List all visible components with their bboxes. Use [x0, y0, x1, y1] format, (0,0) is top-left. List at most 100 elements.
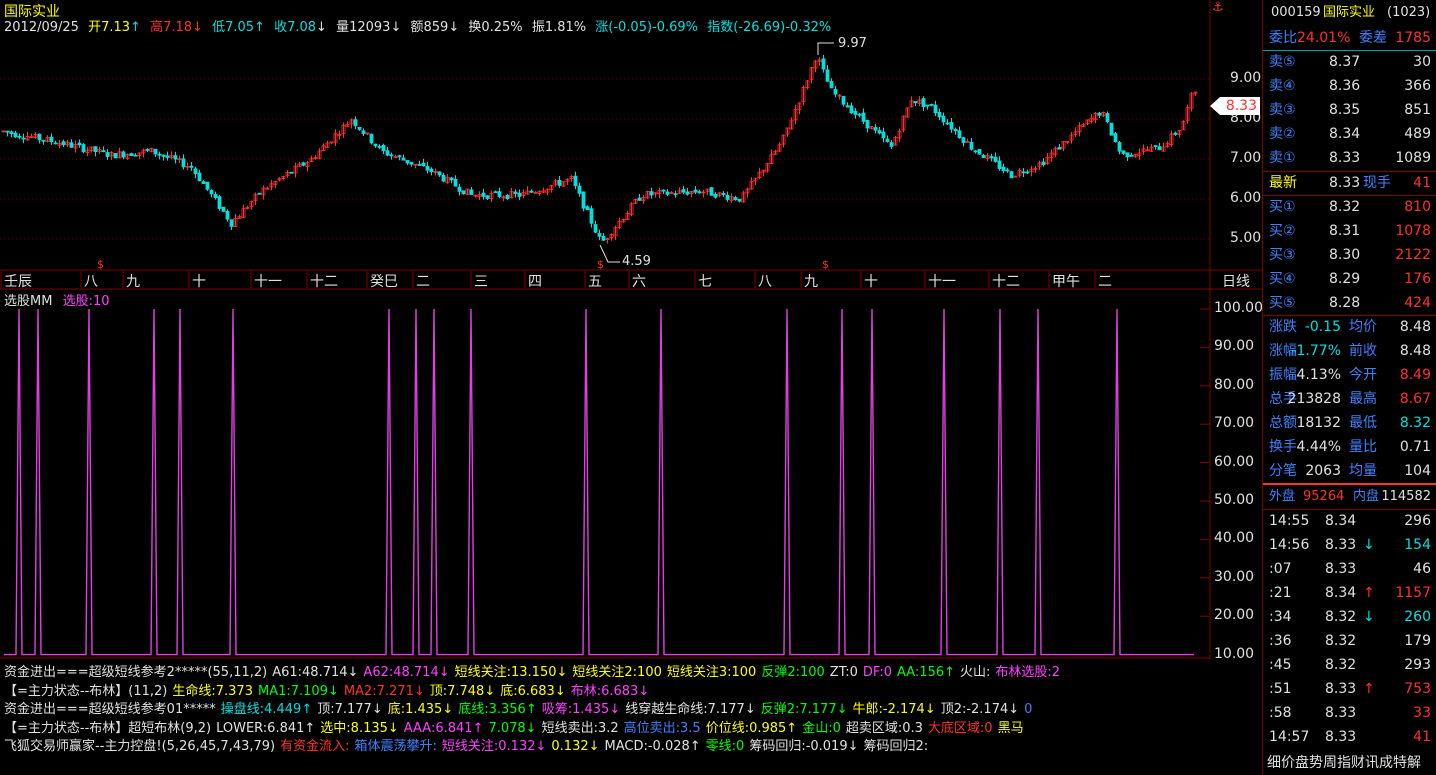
- order-row[interactable]: 买④ 8.29 176: [1263, 267, 1435, 291]
- tick-volume: 46: [1413, 561, 1431, 577]
- candle-body: [217, 196, 222, 209]
- anchor-icon[interactable]: ⚓: [1212, 0, 1224, 15]
- candle-body: [497, 191, 502, 197]
- time-tick-label: 八: [84, 274, 98, 290]
- order-row[interactable]: 买① 8.32 810: [1263, 195, 1435, 219]
- formula-segment: AAA:6.841↑: [403, 720, 484, 736]
- indicator-tick-label: 40.00: [1214, 530, 1255, 547]
- formula-segment: 吸筹:1.435↓: [541, 702, 621, 717]
- tick-time: :36: [1269, 633, 1292, 649]
- order-price: 8.29: [1329, 271, 1361, 287]
- candle-body: [989, 156, 994, 159]
- tick-row[interactable]: :07 8.33 46: [1263, 557, 1435, 581]
- quote-header: 000159 国际实业 (1023): [1263, 2, 1435, 24]
- bar-open: 开7.13: [88, 20, 131, 35]
- candle-body: [113, 152, 118, 159]
- candle-body: [1057, 147, 1062, 150]
- xianshou-value: 41: [1413, 175, 1431, 191]
- formula-segment: 短线关注:13.150↓: [454, 665, 568, 680]
- formula-segment: A62:48.714↓: [363, 665, 450, 680]
- stat-label: 今开: [1349, 367, 1377, 383]
- order-row[interactable]: 买② 8.31 1078: [1263, 219, 1435, 243]
- order-row[interactable]: 买⑤ 8.28 424: [1263, 291, 1435, 315]
- price-chart[interactable]: $ $ $: [0, 0, 1262, 290]
- order-row[interactable]: 卖③ 8.35 851: [1263, 98, 1435, 122]
- arrow-up-icon: ↑: [254, 20, 265, 35]
- time-tick-label: 十二: [310, 274, 338, 290]
- formula-segment: 零线:0: [705, 739, 745, 754]
- candle-body: [145, 148, 150, 151]
- candle-body: [369, 133, 374, 144]
- tick-row[interactable]: 14:56 8.33 ↓ 154: [1263, 533, 1435, 557]
- formula-segment: 筹码回归2:: [863, 739, 929, 754]
- stat-row: 涨跌 -0.15 均价 8.48: [1263, 315, 1435, 339]
- high-marker-line: [817, 42, 834, 55]
- order-row[interactable]: 买③ 8.30 2122: [1263, 243, 1435, 267]
- chart-area[interactable]: $ $ $: [0, 0, 1262, 775]
- latest-row: 最新 8.33 现手 41: [1263, 171, 1435, 195]
- stock-code: 000159: [1271, 5, 1321, 20]
- candle-body: [457, 186, 462, 192]
- candle-body: [485, 195, 490, 199]
- tick-volume: 179: [1404, 633, 1431, 649]
- tick-time: :45: [1269, 657, 1292, 673]
- candle-body: [921, 98, 926, 108]
- period-label[interactable]: 日线: [1222, 271, 1250, 291]
- stock-count: (1023): [1387, 5, 1431, 20]
- tick-row[interactable]: :36 8.32 179: [1263, 629, 1435, 653]
- stat-label: 均量: [1349, 463, 1377, 479]
- candle-body: [157, 153, 162, 156]
- candle-body: [409, 161, 414, 165]
- order-row[interactable]: 卖⑤ 8.37 30: [1263, 50, 1435, 74]
- order-level: 卖②: [1269, 126, 1296, 142]
- tick-arrow-icon: ↑: [1363, 681, 1375, 697]
- order-level: 买④: [1269, 271, 1296, 287]
- candle-body: [93, 146, 98, 152]
- order-row[interactable]: 卖④ 8.36 366: [1263, 74, 1435, 98]
- order-row[interactable]: 卖② 8.34 489: [1263, 122, 1435, 146]
- order-level: 买①: [1269, 199, 1296, 215]
- weicha-value: 1785: [1395, 30, 1431, 46]
- candle-body: [833, 89, 838, 95]
- formula-segment: 【=主力状态--布林】(11,2): [4, 683, 168, 699]
- formula-segment: 金山:0: [802, 720, 841, 736]
- indicator-chart[interactable]: [0, 290, 1262, 660]
- order-row[interactable]: 卖① 8.33 1089: [1263, 146, 1435, 170]
- tick-time: 14:56: [1269, 537, 1310, 553]
- indicator-tick-label: 20.00: [1214, 607, 1255, 624]
- candle-body: [165, 155, 170, 158]
- indicator-name[interactable]: 选股MM: [4, 294, 52, 309]
- formula-segment: 资金进出===超级短线参考2*****(55,11,2): [4, 665, 268, 680]
- price-tick-label: 7.00: [1230, 150, 1262, 166]
- tick-row[interactable]: :51 8.33 ↑ 753: [1263, 677, 1435, 701]
- candle-body: [889, 142, 894, 147]
- bar-index-change: 指数(-26.69)-0.32%: [707, 20, 832, 35]
- weibi-value: 24.01%: [1297, 30, 1351, 46]
- order-volume: 851: [1404, 102, 1431, 118]
- candle-body: [713, 193, 718, 198]
- candle-body: [941, 115, 946, 123]
- bottom-tabs[interactable]: 细价盘势周指财讯成特解: [1267, 752, 1436, 774]
- candle-body: [997, 160, 1002, 169]
- event-marker-icon: $: [97, 258, 104, 271]
- candle-body: [417, 164, 422, 166]
- tick-row[interactable]: :21 8.34 ↑ 1157: [1263, 581, 1435, 605]
- tick-row[interactable]: 14:55 8.34 296: [1263, 509, 1435, 533]
- indicator-value: 选股:10: [62, 294, 110, 309]
- candle-body: [589, 208, 594, 224]
- order-price: 8.31: [1329, 223, 1361, 239]
- tick-row[interactable]: 14:57 8.33 41: [1263, 725, 1435, 749]
- formula-segment: 0: [1024, 702, 1033, 717]
- indicator-header: 选股MM 选股:10: [4, 290, 110, 309]
- tick-row[interactable]: :34 8.32 ↓ 260: [1263, 605, 1435, 629]
- tick-row[interactable]: :45 8.32 293: [1263, 653, 1435, 677]
- candle-body: [665, 191, 670, 195]
- candle-body: [733, 197, 738, 201]
- indicator-tick-label: 10.00: [1214, 645, 1255, 662]
- tick-row[interactable]: :58 8.33 33: [1263, 701, 1435, 725]
- tick-time: :51: [1269, 681, 1292, 697]
- time-tick-label: 三: [474, 274, 488, 290]
- weicha-label: 委差: [1359, 30, 1387, 46]
- formula-segment: MA1:7.109↓: [257, 683, 339, 699]
- candle-body: [953, 129, 958, 132]
